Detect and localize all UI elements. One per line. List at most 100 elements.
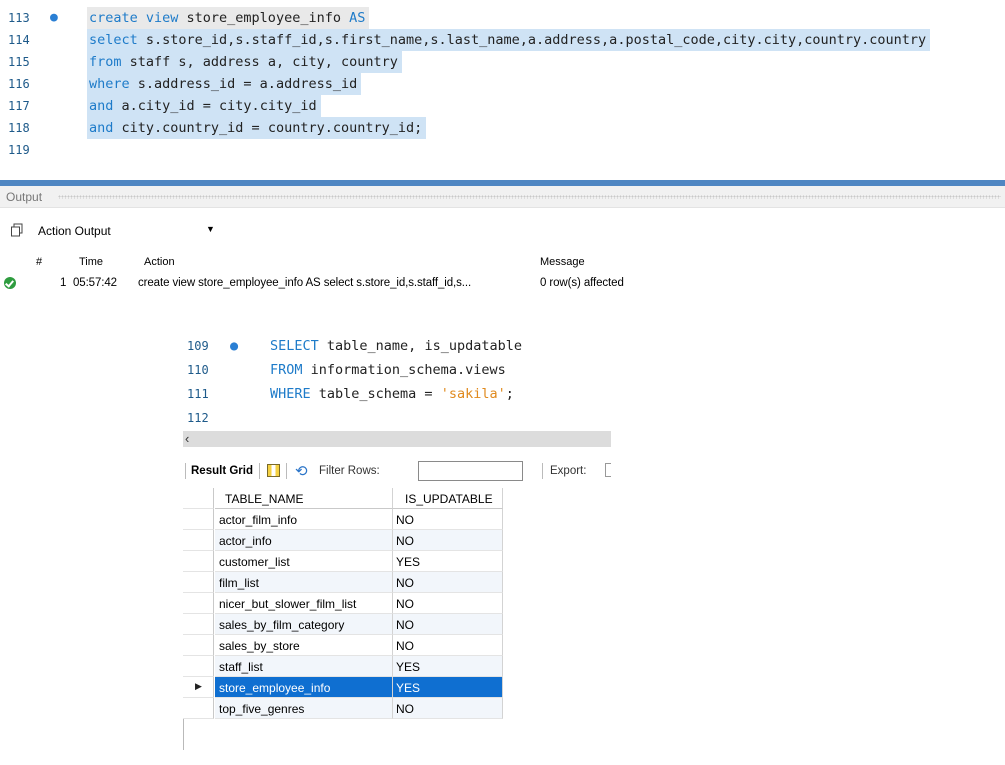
code-line[interactable]: 114 select s.store_id,s.staff_id,s.first_…	[0, 29, 1005, 51]
cell-is-updatable[interactable]: NO	[393, 572, 503, 593]
code-line[interactable]: 115 from staff s, address a, city, countr…	[0, 51, 1005, 73]
table-row[interactable]: film_list NO	[183, 572, 503, 593]
toolbar-divider	[185, 463, 186, 479]
sql-keyword: AS	[349, 10, 366, 26]
code-text[interactable]: SELECT table_name, is_updatable	[270, 334, 522, 358]
line-number: 114	[8, 33, 30, 47]
code-line[interactable]: 118 and city.country_id = country.country…	[0, 117, 1005, 139]
col-message[interactable]: Message	[540, 256, 585, 268]
table-row[interactable]: nicer_but_slower_film_list NO	[183, 593, 503, 614]
cell-table-name[interactable]: top_five_genres	[215, 698, 393, 719]
column-header-is-updatable[interactable]: IS_UPDATABLE	[393, 488, 503, 509]
table-row[interactable]: staff_list YES	[183, 656, 503, 677]
cell-table-name[interactable]: actor_film_info	[215, 509, 393, 530]
code-text[interactable]: from staff s, address a, city, country	[87, 51, 402, 73]
sql-keyword: select	[89, 32, 138, 48]
row-indicator[interactable]	[183, 614, 214, 635]
cell-table-name[interactable]: sales_by_store	[215, 635, 393, 656]
cell-is-updatable[interactable]: NO	[393, 698, 503, 719]
cell-is-updatable[interactable]: NO	[393, 593, 503, 614]
sql-text: information_schema.views	[302, 362, 506, 378]
table-row[interactable]: customer_list YES	[183, 551, 503, 572]
sql-editor-top[interactable]: 113 ● create view store_employee_info AS 11…	[0, 0, 1005, 180]
code-text[interactable]: FROM information_schema.views	[270, 358, 506, 382]
sql-text: s.address_id = a.address_id	[129, 76, 358, 92]
sql-editor-bottom[interactable]: 109 ● SELECT table_name, is_updatable 110 FR…	[183, 330, 611, 430]
code-line[interactable]: 113 ● create view store_employee_info AS	[0, 7, 1005, 29]
chevron-left-icon[interactable]: ‹	[185, 431, 189, 446]
cell-table-name[interactable]: customer_list	[215, 551, 393, 572]
grid-layout-icon[interactable]	[267, 464, 280, 477]
code-line[interactable]: 119	[0, 139, 1005, 161]
row-indicator[interactable]	[183, 698, 214, 719]
row-indicator[interactable]	[183, 572, 214, 593]
cell-is-updatable[interactable]: YES	[393, 677, 503, 698]
toolbar-divider	[542, 463, 543, 479]
row-indicator[interactable]	[183, 677, 214, 698]
sql-text: city.country_id = country.country_id;	[113, 120, 423, 136]
sql-text: s.store_id,s.staff_id,s.first_name,s.las…	[137, 32, 927, 48]
cell-is-updatable[interactable]: YES	[393, 551, 503, 572]
table-row[interactable]: top_five_genres NO	[183, 698, 503, 719]
table-row[interactable]: store_employee_infoYES	[183, 677, 503, 698]
refresh-icon[interactable]: ⟲	[295, 462, 308, 480]
grid-header-row: TABLE_NAME IS_UPDATABLE	[183, 488, 503, 509]
drag-handle[interactable]	[58, 195, 1001, 199]
line-number: 109	[187, 339, 209, 353]
row-indicator	[183, 488, 214, 509]
copy-icon[interactable]	[10, 223, 24, 237]
line-number: 112	[187, 411, 209, 425]
code-text[interactable]: create view store_employee_info AS	[87, 7, 370, 29]
result-grid-tab[interactable]: Result Grid	[191, 465, 253, 477]
code-text[interactable]: and a.city_id = city.city_id	[87, 95, 321, 117]
sql-string: 'sakila'	[440, 386, 506, 402]
output-row-time: 05:57:42	[73, 277, 117, 289]
table-row[interactable]: sales_by_film_category NO	[183, 614, 503, 635]
code-line[interactable]: 116 where s.address_id = a.address_id	[0, 73, 1005, 95]
table-row[interactable]: sales_by_store NO	[183, 635, 503, 656]
col-action[interactable]: Action	[144, 256, 175, 268]
cell-is-updatable[interactable]: NO	[393, 635, 503, 656]
cell-is-updatable[interactable]: NO	[393, 614, 503, 635]
sql-text: store_employee_info	[178, 10, 350, 26]
cell-is-updatable[interactable]: NO	[393, 509, 503, 530]
cell-is-updatable[interactable]: NO	[393, 530, 503, 551]
code-text[interactable]: where s.address_id = a.address_id	[87, 73, 362, 95]
row-indicator[interactable]	[183, 593, 214, 614]
sql-text: ;	[505, 386, 514, 402]
filter-rows-input[interactable]	[418, 461, 523, 481]
cell-table-name[interactable]: nicer_but_slower_film_list	[215, 593, 393, 614]
cell-table-name[interactable]: film_list	[215, 572, 393, 593]
cell-table-name[interactable]: staff_list	[215, 656, 393, 677]
table-row[interactable]: actor_film_info NO	[183, 509, 503, 530]
output-title: Output	[6, 190, 43, 204]
code-text[interactable]: and city.country_id = country.country_id…	[87, 117, 427, 139]
cell-is-updatable[interactable]: YES	[393, 656, 503, 677]
line-number: 116	[8, 77, 30, 91]
code-text[interactable]: WHERE table_schema = 'sakila';	[270, 382, 514, 406]
output-row[interactable]: 1 05:57:42 create view store_employee_in…	[0, 275, 1005, 293]
row-indicator[interactable]	[183, 551, 214, 572]
sql-keyword: and	[89, 120, 114, 136]
cell-table-name[interactable]: store_employee_info	[215, 677, 393, 698]
column-header-table-name[interactable]: TABLE_NAME	[215, 488, 393, 509]
row-indicator[interactable]	[183, 656, 214, 677]
table-row[interactable]: actor_info NO	[183, 530, 503, 551]
col-num[interactable]: #	[36, 256, 42, 268]
horizontal-scrollbar[interactable]: ‹	[183, 431, 611, 447]
row-indicator[interactable]	[183, 509, 214, 530]
code-line[interactable]: 117 and a.city_id = city.city_id	[0, 95, 1005, 117]
code-text[interactable]: select s.store_id,s.staff_id,s.first_nam…	[87, 29, 931, 51]
sql-keyword: SELECT	[270, 338, 319, 354]
cell-table-name[interactable]: actor_info	[215, 530, 393, 551]
chevron-down-icon[interactable]: ▼	[206, 224, 215, 234]
cell-table-name[interactable]: sales_by_film_category	[215, 614, 393, 635]
sql-text: table_schema =	[310, 386, 441, 402]
col-time[interactable]: Time	[79, 256, 103, 268]
row-indicator[interactable]	[183, 635, 214, 656]
output-type-select[interactable]: Action Output	[38, 224, 111, 238]
row-indicator[interactable]	[183, 530, 214, 551]
export-icon[interactable]	[605, 463, 611, 477]
toolbar-divider	[259, 463, 260, 479]
sql-keyword: WHERE	[270, 386, 311, 402]
